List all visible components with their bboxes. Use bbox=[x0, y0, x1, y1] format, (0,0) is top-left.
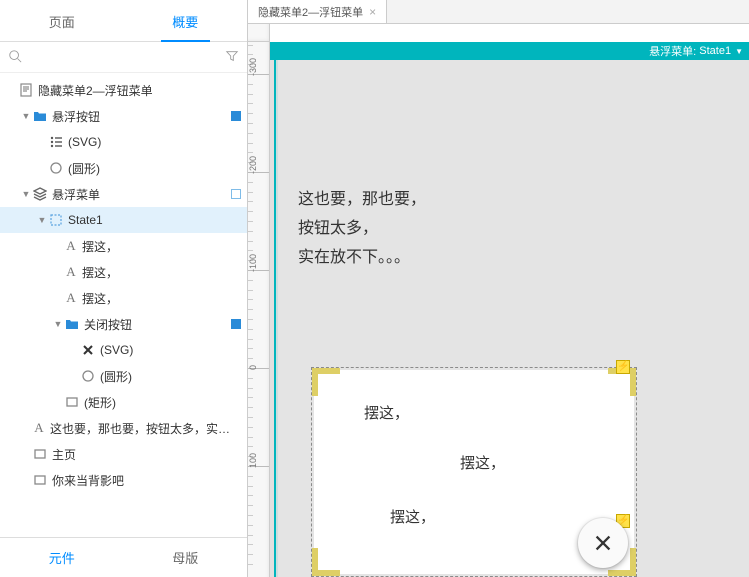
search-input[interactable] bbox=[22, 48, 225, 66]
tree-label: (SVG) bbox=[68, 135, 241, 149]
tree-label: (圆形) bbox=[100, 368, 241, 385]
rect-icon bbox=[32, 446, 48, 462]
file-tabs: 隐藏菜单2—浮钮菜单 × bbox=[248, 0, 749, 24]
filter-icon[interactable] bbox=[225, 49, 239, 66]
tree-state1[interactable]: ▼ State1 bbox=[0, 207, 247, 233]
folder-icon bbox=[32, 108, 48, 124]
tree-label: State1 bbox=[68, 213, 241, 227]
tree-circle-node[interactable]: ▶ (圆形) bbox=[0, 155, 247, 181]
lightning-icon[interactable]: ⚡ bbox=[616, 360, 630, 374]
file-tab[interactable]: 隐藏菜单2—浮钮菜单 × bbox=[248, 0, 387, 23]
list-icon bbox=[48, 134, 64, 150]
tree-shadow-node[interactable]: ▶ 你来当背影吧 bbox=[0, 467, 247, 493]
tree-label: 主页 bbox=[52, 446, 241, 463]
search-icon bbox=[8, 49, 22, 66]
tab-outline[interactable]: 概要 bbox=[124, 0, 248, 41]
visibility-marker[interactable] bbox=[231, 111, 241, 121]
search-bar bbox=[0, 42, 247, 73]
close-fab-button[interactable] bbox=[578, 518, 628, 568]
text-line: 这也要，那也要， bbox=[298, 186, 426, 215]
selection-corner bbox=[312, 548, 340, 576]
state-bar[interactable]: 悬浮菜单: State1 ▼ bbox=[270, 42, 749, 60]
state-bar-label: 悬浮菜单: bbox=[649, 43, 696, 59]
tree-label: 摆这， bbox=[82, 290, 241, 307]
tab-components[interactable]: 元件 bbox=[0, 538, 124, 577]
folder-icon bbox=[64, 316, 80, 332]
tree-text-node[interactable]: ▶ A 这也要，那也要，按钮太多，实在放不 bbox=[0, 415, 247, 441]
stack-icon bbox=[32, 186, 48, 202]
artboard[interactable]: 这也要，那也要， 按钮太多， 实在放不下。。。 ⚡ ⚡ 摆这， 摆这， 摆这， bbox=[274, 60, 749, 577]
canvas[interactable]: 悬浮菜单: State1 ▼ 这也要，那也要， 按钮太多， 实在放不下。。。 bbox=[270, 42, 749, 577]
tree-float-menu[interactable]: ▼ 悬浮菜单 bbox=[0, 181, 247, 207]
tree-close-button[interactable]: ▼ 关闭按钮 bbox=[0, 311, 247, 337]
tree-label: 摆这， bbox=[82, 238, 241, 255]
tree-home-node[interactable]: ▶ 主页 bbox=[0, 441, 247, 467]
outline-panel: 页面 概要 ▶ 隐藏菜单2—浮钮菜单 ▼ 悬浮按钮 bbox=[0, 0, 248, 577]
ruler-vertical[interactable]: -300-200-1000100 bbox=[248, 42, 270, 577]
tree-label: (SVG) bbox=[100, 343, 241, 357]
tree-label: (圆形) bbox=[68, 160, 241, 177]
tree-label: 这也要，那也要，按钮太多，实在放不 bbox=[50, 420, 241, 437]
tree-svg-node[interactable]: ▶ (SVG) bbox=[0, 129, 247, 155]
origin-guide bbox=[274, 60, 276, 577]
circle-icon bbox=[48, 160, 64, 176]
bottom-tabs: 元件 母版 bbox=[0, 537, 247, 577]
tree-label: 悬浮按钮 bbox=[52, 108, 227, 125]
tree-rect-node[interactable]: ▶ (矩形) bbox=[0, 389, 247, 415]
tree-text-node[interactable]: ▶ A 摆这， bbox=[0, 285, 247, 311]
x-icon bbox=[80, 342, 96, 358]
selection-corner bbox=[312, 368, 340, 396]
tree-label: 关闭按钮 bbox=[84, 316, 227, 333]
selected-panel[interactable]: ⚡ ⚡ 摆这， 摆这， 摆这， bbox=[314, 370, 634, 574]
text-line: 按钮太多， bbox=[298, 215, 426, 244]
tree-label: 你来当背影吧 bbox=[52, 472, 241, 489]
editor-area: 隐藏菜单2—浮钮菜单 × 0100200300400 -300-200-1000… bbox=[248, 0, 749, 577]
text-icon: A bbox=[32, 420, 46, 436]
file-tab-label: 隐藏菜单2—浮钮菜单 bbox=[258, 4, 363, 20]
tree-float-button[interactable]: ▼ 悬浮按钮 bbox=[0, 103, 247, 129]
text-icon: A bbox=[64, 264, 78, 280]
tree-text-node[interactable]: ▶ A 摆这， bbox=[0, 259, 247, 285]
text-icon: A bbox=[64, 238, 78, 254]
tree-circle-node[interactable]: ▶ (圆形) bbox=[0, 363, 247, 389]
tree-root[interactable]: ▶ 隐藏菜单2—浮钮菜单 bbox=[0, 77, 247, 103]
tree-label: 隐藏菜单2—浮钮菜单 bbox=[38, 82, 241, 99]
left-tabs: 页面 概要 bbox=[0, 0, 247, 42]
visibility-marker[interactable] bbox=[231, 319, 241, 329]
close-icon[interactable]: × bbox=[369, 5, 376, 19]
circle-icon bbox=[80, 368, 96, 384]
panel-text[interactable]: 摆这， bbox=[460, 452, 505, 473]
page-icon bbox=[18, 82, 34, 98]
tab-masters[interactable]: 母版 bbox=[124, 538, 248, 577]
tree-label: 悬浮菜单 bbox=[52, 186, 227, 203]
tree-label: 摆这， bbox=[82, 264, 241, 281]
visibility-marker[interactable] bbox=[231, 189, 241, 199]
tab-page[interactable]: 页面 bbox=[0, 0, 124, 41]
rect-icon bbox=[32, 472, 48, 488]
state-bar-value: State1 bbox=[699, 45, 731, 57]
outline-tree: ▶ 隐藏菜单2—浮钮菜单 ▼ 悬浮按钮 ▶ (SVG) ▶ (圆形) bbox=[0, 73, 247, 537]
tree-svg-node[interactable]: ▶ (SVG) bbox=[0, 337, 247, 363]
panel-text[interactable]: 摆这， bbox=[364, 402, 409, 423]
state-icon bbox=[48, 212, 64, 228]
text-line: 实在放不下。。。 bbox=[298, 244, 426, 273]
ruler-corner bbox=[248, 24, 270, 42]
text-icon: A bbox=[64, 290, 78, 306]
chevron-down-icon: ▼ bbox=[735, 47, 743, 56]
canvas-text[interactable]: 这也要，那也要， 按钮太多， 实在放不下。。。 bbox=[298, 186, 426, 272]
rect-icon bbox=[64, 394, 80, 410]
panel-text[interactable]: 摆这， bbox=[390, 506, 435, 527]
tree-label: (矩形) bbox=[84, 394, 241, 411]
tree-text-node[interactable]: ▶ A 摆这， bbox=[0, 233, 247, 259]
